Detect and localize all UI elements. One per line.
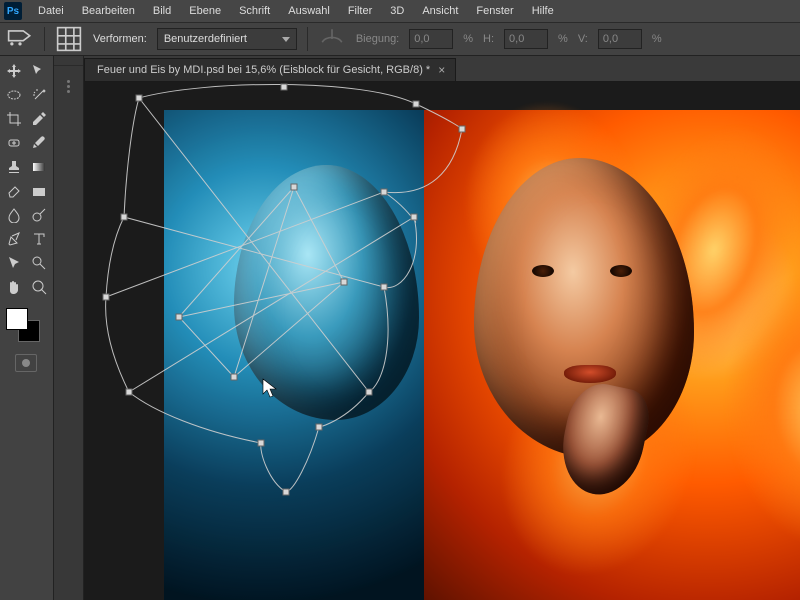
warp-handle[interactable] — [136, 95, 143, 102]
brush-tool[interactable] — [27, 132, 50, 154]
divider — [44, 27, 45, 51]
menu-3d[interactable]: 3D — [382, 2, 412, 20]
workspace: Feuer und Eis by MDI.psd bei 15,6% (Eisb… — [0, 56, 800, 600]
menu-window[interactable]: Fenster — [468, 2, 521, 20]
bucket-tool[interactable] — [27, 180, 50, 202]
menu-layer[interactable]: Ebene — [181, 2, 229, 20]
path-select-tool[interactable] — [2, 252, 25, 274]
v-label: V: — [578, 33, 588, 45]
h-label: H: — [483, 33, 494, 45]
menu-filter[interactable]: Filter — [340, 2, 380, 20]
rotate-tool[interactable] — [27, 276, 50, 298]
warp-preset-value: Benutzerdefiniert — [164, 33, 247, 45]
menu-select[interactable]: Auswahl — [280, 2, 338, 20]
stamp-tool[interactable] — [2, 156, 25, 178]
orientation-icon[interactable] — [318, 27, 346, 51]
dodge-tool[interactable] — [27, 204, 50, 226]
hand-tool[interactable] — [2, 276, 25, 298]
bend-label: Biegung: — [356, 33, 399, 45]
toolbox — [0, 56, 54, 600]
blur-tool[interactable] — [2, 204, 25, 226]
zoom-tool[interactable] — [27, 252, 50, 274]
document-area: Feuer und Eis by MDI.psd bei 15,6% (Eisb… — [84, 56, 800, 600]
options-bar: Verformen: Benutzerdefiniert Biegung: % … — [0, 22, 800, 56]
menu-file[interactable]: Datei — [30, 2, 72, 20]
move-tool[interactable] — [2, 60, 25, 82]
close-icon[interactable]: × — [438, 64, 445, 76]
warp-handle[interactable] — [316, 424, 323, 431]
marquee-tool[interactable] — [2, 84, 25, 106]
menu-edit[interactable]: Bearbeiten — [74, 2, 143, 20]
eraser-tool[interactable] — [2, 180, 25, 202]
quickmask-button[interactable] — [15, 354, 37, 372]
collapsed-panel-strip[interactable] — [54, 56, 84, 600]
warp-handle[interactable] — [281, 84, 288, 91]
crop-tool[interactable] — [2, 108, 25, 130]
warp-handle[interactable] — [411, 214, 418, 221]
heal-tool[interactable] — [2, 132, 25, 154]
artboard-tool[interactable] — [27, 60, 50, 82]
menu-image[interactable]: Bild — [145, 2, 179, 20]
warp-preset-select[interactable]: Benutzerdefiniert — [157, 28, 297, 50]
transform-tool-icon[interactable] — [6, 27, 34, 51]
warp-label: Verformen: — [93, 33, 147, 45]
type-tool[interactable] — [27, 228, 50, 250]
document-tab[interactable]: Feuer und Eis by MDI.psd bei 15,6% (Eisb… — [84, 58, 456, 81]
pct-label: % — [558, 33, 568, 45]
warp-handle[interactable] — [231, 374, 238, 381]
menu-view[interactable]: Ansicht — [414, 2, 466, 20]
cursor-icon — [262, 378, 280, 398]
warp-handle[interactable] — [341, 279, 348, 286]
menu-help[interactable]: Hilfe — [524, 2, 562, 20]
warp-grid-icon[interactable] — [55, 27, 83, 51]
bend-input[interactable] — [409, 29, 453, 49]
warp-handle[interactable] — [413, 101, 420, 108]
warp-handle[interactable] — [121, 214, 128, 221]
artwork — [164, 110, 800, 600]
app-logo-icon: Ps — [4, 2, 22, 20]
pen-tool[interactable] — [2, 228, 25, 250]
warp-handle[interactable] — [283, 489, 290, 496]
menu-type[interactable]: Schrift — [231, 2, 278, 20]
warp-handle[interactable] — [459, 126, 466, 133]
warp-handle[interactable] — [291, 184, 298, 191]
warp-handle[interactable] — [126, 389, 133, 396]
pct-label: % — [463, 33, 473, 45]
h-input[interactable] — [504, 29, 548, 49]
menu-bar: Ps Datei Bearbeiten Bild Ebene Schrift A… — [0, 0, 800, 22]
warp-handle[interactable] — [103, 294, 110, 301]
eyedropper-tool[interactable] — [27, 108, 50, 130]
divider — [307, 27, 308, 51]
warp-handle[interactable] — [366, 389, 373, 396]
warp-handle[interactable] — [381, 284, 388, 291]
pct-label: % — [652, 33, 662, 45]
warp-handle[interactable] — [381, 189, 388, 196]
gradient-tool[interactable] — [27, 156, 50, 178]
document-tab-title: Feuer und Eis by MDI.psd bei 15,6% (Eisb… — [97, 64, 430, 76]
document-tab-bar: Feuer und Eis by MDI.psd bei 15,6% (Eisb… — [84, 56, 800, 82]
canvas[interactable] — [84, 82, 800, 600]
warp-handle[interactable] — [176, 314, 183, 321]
fg-color-swatch[interactable] — [6, 308, 28, 330]
magic-wand-tool[interactable] — [27, 84, 50, 106]
warp-handle[interactable] — [258, 440, 265, 447]
chevron-down-icon — [282, 37, 290, 42]
v-input[interactable] — [598, 29, 642, 49]
color-swatches[interactable] — [2, 306, 50, 348]
